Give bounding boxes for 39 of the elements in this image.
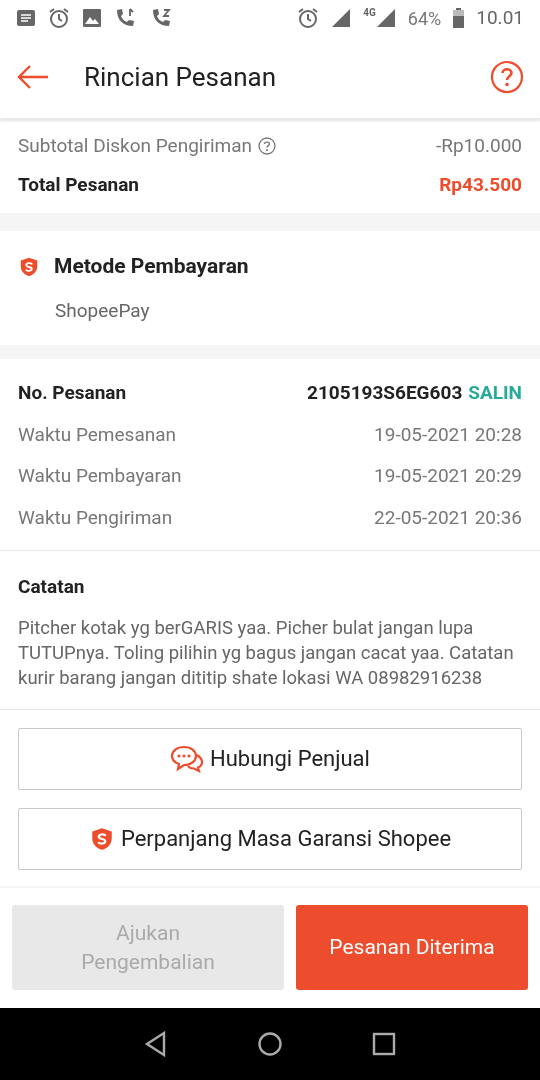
summary-value: Rp43.500	[439, 171, 522, 198]
copy-button[interactable]: SALIN	[468, 379, 522, 408]
order-detail-label: Waktu Pemesanan	[18, 421, 177, 448]
order-detail-value: 22-05-2021 20:36	[374, 504, 522, 531]
back-arrow-icon[interactable]	[16, 63, 50, 91]
battery-icon	[453, 8, 465, 28]
order-number-label: No. Pesanan	[18, 380, 127, 406]
section-title: Metode Pembayaran	[54, 253, 249, 280]
notification-icon	[16, 9, 36, 27]
alarm-icon	[48, 7, 70, 29]
notes-title: Catatan	[18, 574, 86, 600]
order-detail-value: 19-05-2021 20:28	[374, 421, 522, 448]
home-nav-icon[interactable]	[257, 1031, 283, 1057]
alarm-icon	[297, 7, 320, 29]
image-icon	[82, 8, 102, 28]
help-icon[interactable]	[258, 137, 276, 156]
order-detail-label: Waktu Pengiriman	[18, 504, 173, 531]
summary-value: -Rp10.000	[435, 133, 522, 159]
network-type: 4G	[363, 8, 376, 18]
action-button[interactable]: Hubungi Penjual	[18, 727, 522, 790]
clock: 10.01	[476, 4, 524, 31]
help-icon[interactable]	[490, 60, 524, 94]
signal-icon	[331, 8, 352, 28]
order-detail-value: 19-05-2021 20:29	[374, 463, 522, 489]
summary-label: Total Pesanan	[18, 171, 140, 198]
signal-icon	[375, 8, 396, 28]
recents-nav-icon[interactable]	[371, 1032, 396, 1056]
order-number: 2105193S6EG603	[307, 380, 463, 406]
battery-percent: 64%	[407, 6, 442, 31]
chat-icon	[170, 744, 205, 773]
notes-text: Pitcher kotak yg berGARIS yaa. Picher bulat jangan lupa TUTUPnya. Toling pilihin yg bagus jangan cacat yaa. Catatan kurir barang jangan dititip shate lokasi WA 08982916238	[18, 615, 515, 691]
payment-method: ShopeePay	[55, 297, 151, 324]
page-title: Rincian Pesanan	[84, 60, 278, 94]
order-received-button[interactable]: Pesanan Diterima	[296, 905, 528, 991]
summary-label: Subtotal Diskon Pengiriman	[18, 133, 252, 159]
shield-icon	[18, 255, 40, 278]
action-button[interactable]: Perpanjang Masa Garansi Shopee	[18, 807, 522, 870]
phone-icon	[150, 7, 174, 29]
order-detail-label: Waktu Pembayaran	[18, 463, 182, 489]
